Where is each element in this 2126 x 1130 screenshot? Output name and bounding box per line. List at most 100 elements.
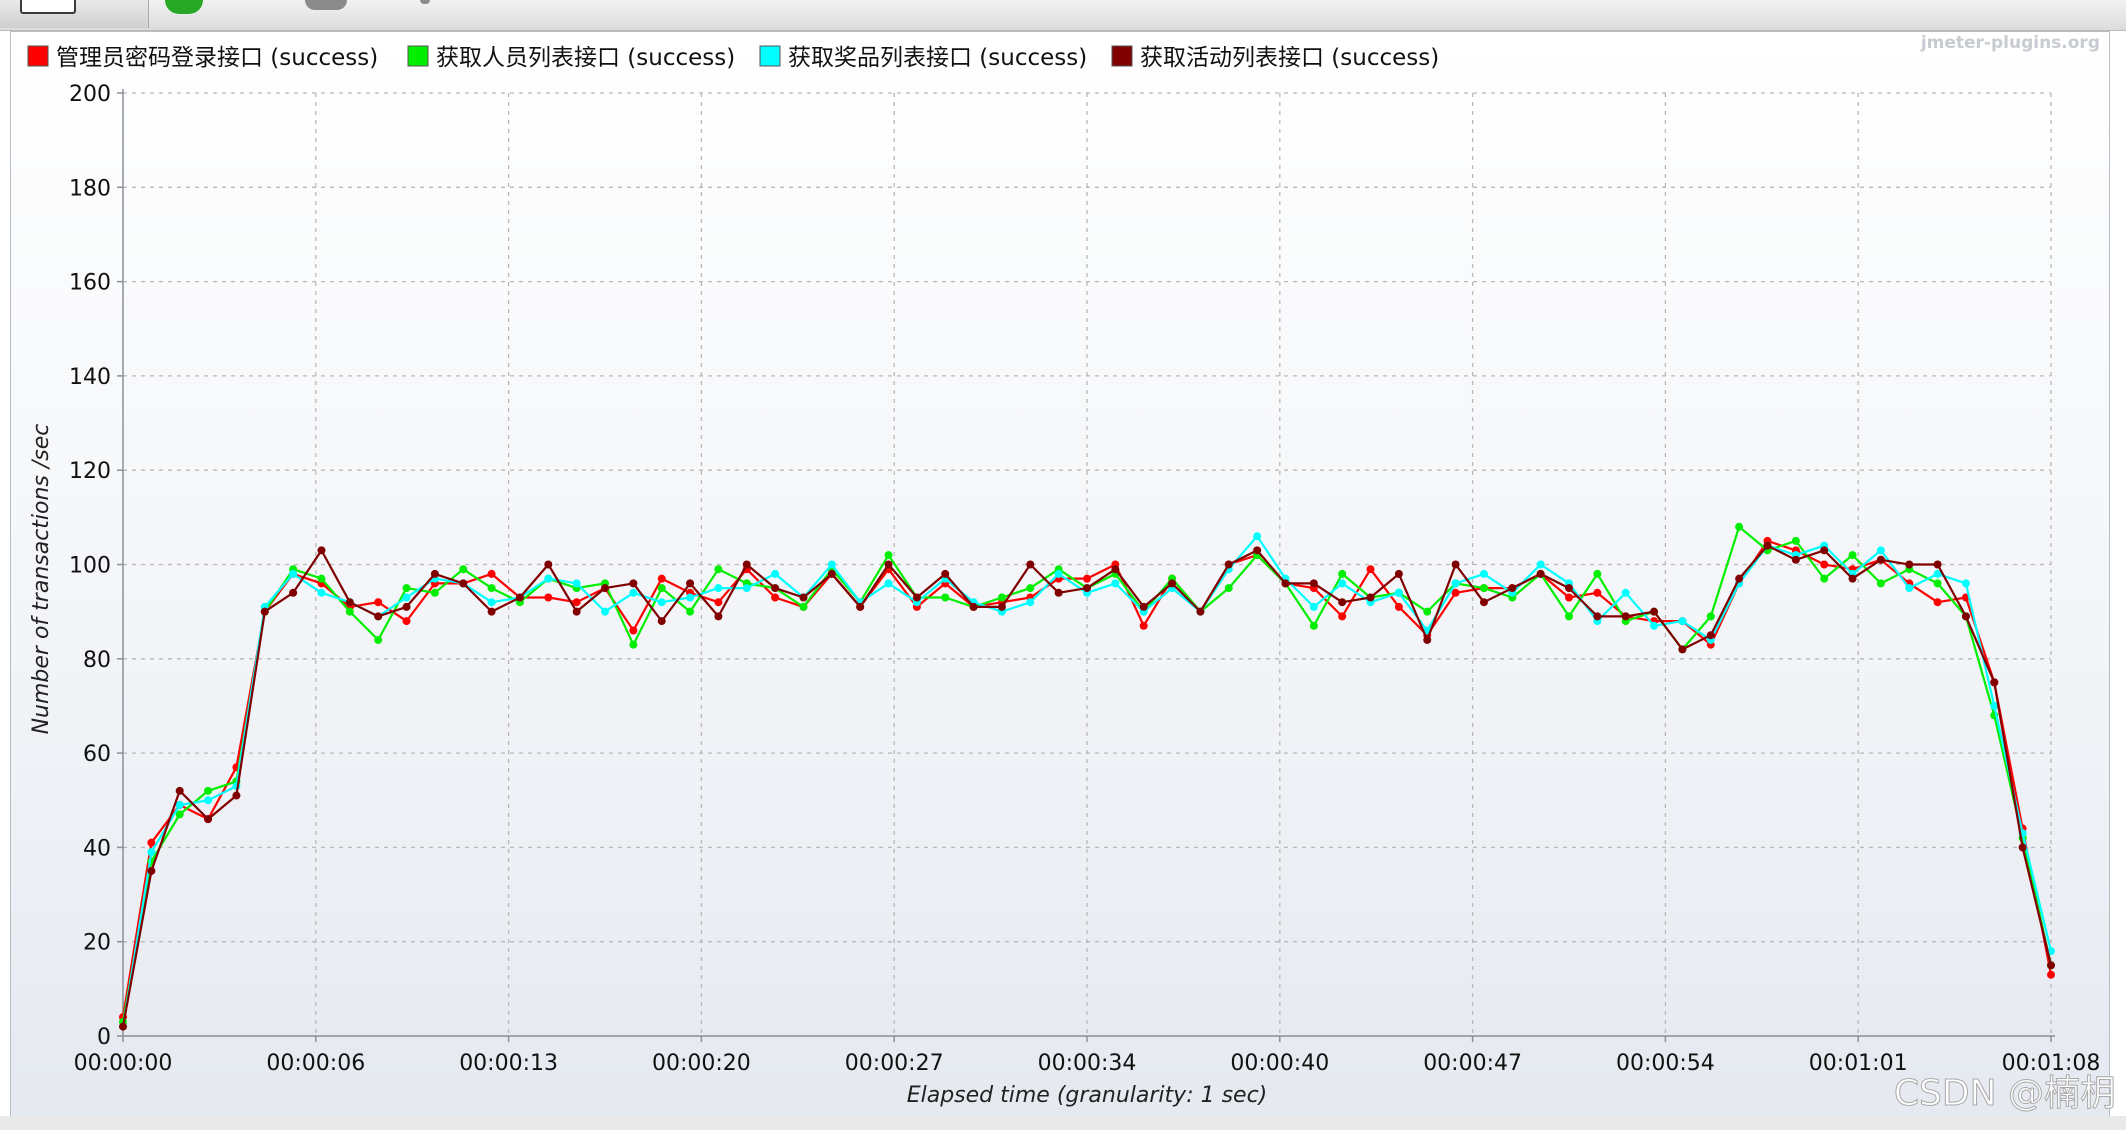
x-tick-label: 00:00:54 [1616, 1051, 1715, 1076]
data-point [884, 560, 893, 569]
data-point [884, 551, 893, 560]
data-point [1791, 536, 1800, 545]
data-point [487, 584, 496, 593]
data-point [714, 612, 723, 621]
data-point [686, 607, 695, 616]
data-point [1423, 607, 1432, 616]
data-point [2047, 961, 2055, 970]
data-point [1621, 612, 1630, 621]
data-point [402, 593, 411, 602]
x-tick-label: 00:00:20 [652, 1051, 751, 1076]
x-axis-label: Elapsed time (granularity: 1 sec) [907, 1083, 1268, 1108]
y-axis-label: Number of transactions /sec [29, 424, 54, 735]
legend: 管理员密码登录接口 (success) 获取人员列表接口 (success) 获取奖… [27, 45, 1439, 71]
legend-swatch [1111, 45, 1133, 67]
data-point [657, 584, 666, 593]
y-tick-label: 200 [69, 82, 111, 107]
data-point [629, 640, 638, 649]
legend-item-1: 管理员密码登录接口 (success) [27, 45, 378, 71]
data-point [515, 593, 524, 602]
data-point [289, 588, 298, 597]
data-point [1281, 579, 1290, 588]
data-point [714, 598, 723, 607]
data-point [147, 866, 156, 875]
data-point [1933, 598, 1942, 607]
data-point [1054, 569, 1063, 578]
data-point [742, 584, 751, 593]
data-point [771, 569, 780, 578]
data-point [204, 815, 213, 824]
y-tick-label: 40 [83, 836, 111, 861]
x-tick-label: 00:00:34 [1038, 1051, 1137, 1076]
y-tick-label: 60 [83, 742, 111, 767]
data-point [1508, 584, 1517, 593]
data-point [1224, 560, 1233, 569]
legend-swatch [27, 45, 49, 67]
data-point [1706, 612, 1715, 621]
data-point [1196, 607, 1205, 616]
data-point [629, 588, 638, 597]
legend-label: 获取人员列表接口 (success) [436, 45, 735, 71]
data-point [1054, 588, 1063, 597]
data-point [374, 612, 383, 621]
data-point [629, 579, 638, 588]
data-point [430, 588, 439, 597]
data-point [1536, 560, 1545, 569]
transactions-per-second-chart: jmeter-plugins.org 管理员密码登录接口 (success) 获取… [27, 33, 2117, 1115]
data-point [1338, 569, 1347, 578]
data-point [1735, 522, 1744, 531]
data-point [544, 593, 553, 602]
data-point [1394, 602, 1403, 611]
data-point [175, 800, 184, 809]
data-point [572, 607, 581, 616]
data-point [1479, 569, 1488, 578]
data-point [1139, 602, 1148, 611]
axes [122, 89, 2055, 1037]
legend-item-4: 获取活动列表接口 (success) [1111, 45, 1439, 71]
data-point [714, 584, 723, 593]
data-point [657, 598, 666, 607]
data-point [175, 786, 184, 795]
data-point [1139, 621, 1148, 630]
data-point [1309, 602, 1318, 611]
data-point [459, 579, 468, 588]
data-point [204, 796, 213, 805]
data-point [1338, 612, 1347, 621]
data-point [1451, 579, 1460, 588]
data-point [1366, 593, 1375, 602]
data-point [1961, 579, 1970, 588]
data-point [1565, 584, 1573, 593]
x-tick-label: 00:00:13 [459, 1051, 558, 1076]
data-point [799, 602, 808, 611]
data-point [1168, 579, 1177, 588]
y-tick-label: 120 [69, 459, 111, 484]
legend-item-2: 获取人员列表接口 (success) [407, 45, 735, 71]
data-point [997, 602, 1006, 611]
data-point [544, 574, 553, 583]
data-point [1338, 579, 1347, 588]
data-point [1565, 612, 1573, 621]
data-point [1678, 617, 1687, 626]
y-tick-label: 80 [83, 648, 111, 673]
data-point [2018, 843, 2027, 852]
data-point [1763, 541, 1772, 550]
data-point [969, 602, 978, 611]
data-point [1083, 574, 1091, 583]
data-point [402, 617, 411, 626]
x-tick-label: 00:00:47 [1423, 1051, 1522, 1076]
data-point [1706, 631, 1715, 640]
data-point [884, 579, 893, 588]
data-point [345, 598, 354, 607]
data-point [1111, 565, 1120, 574]
data-point [771, 593, 780, 602]
data-point [827, 560, 836, 569]
legend-swatch [407, 45, 429, 67]
data-point [1876, 546, 1885, 555]
data-point [317, 574, 326, 583]
data-point [572, 579, 581, 588]
csdn-watermark: CSDN @楠枂 [1894, 1073, 2116, 1114]
data-point [487, 569, 496, 578]
data-point [1933, 579, 1942, 588]
data-point [1848, 574, 1857, 583]
data-point [1876, 555, 1885, 564]
